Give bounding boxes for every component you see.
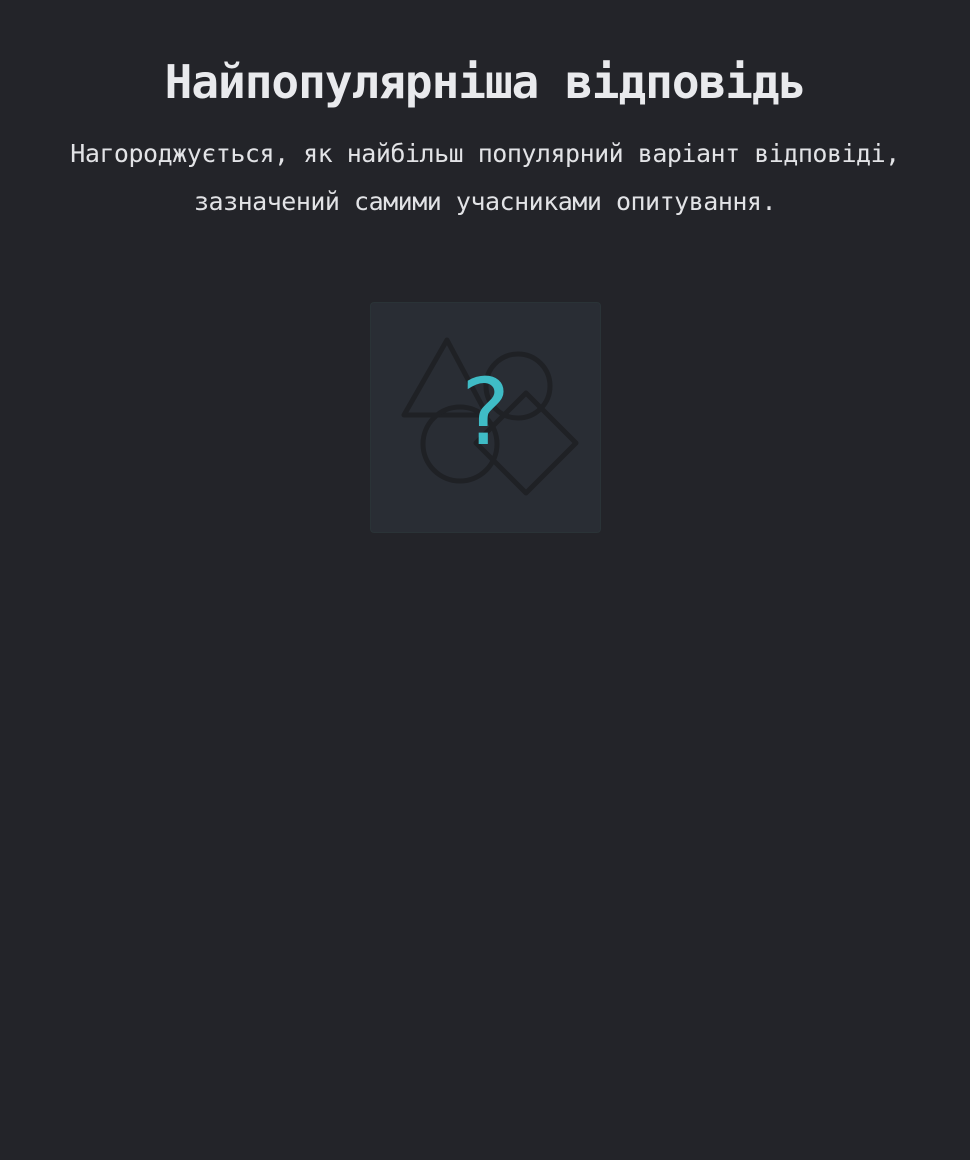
page-title: Найпопулярніша відповідь <box>164 55 807 109</box>
award-description: Нагороджується, як найбільш популярний в… <box>70 139 900 216</box>
award-badge: ? <box>370 302 601 533</box>
question-mark-icon: ? <box>461 359 510 466</box>
award-page: Найпопулярніша відповідь Нагороджується,… <box>0 0 970 1160</box>
